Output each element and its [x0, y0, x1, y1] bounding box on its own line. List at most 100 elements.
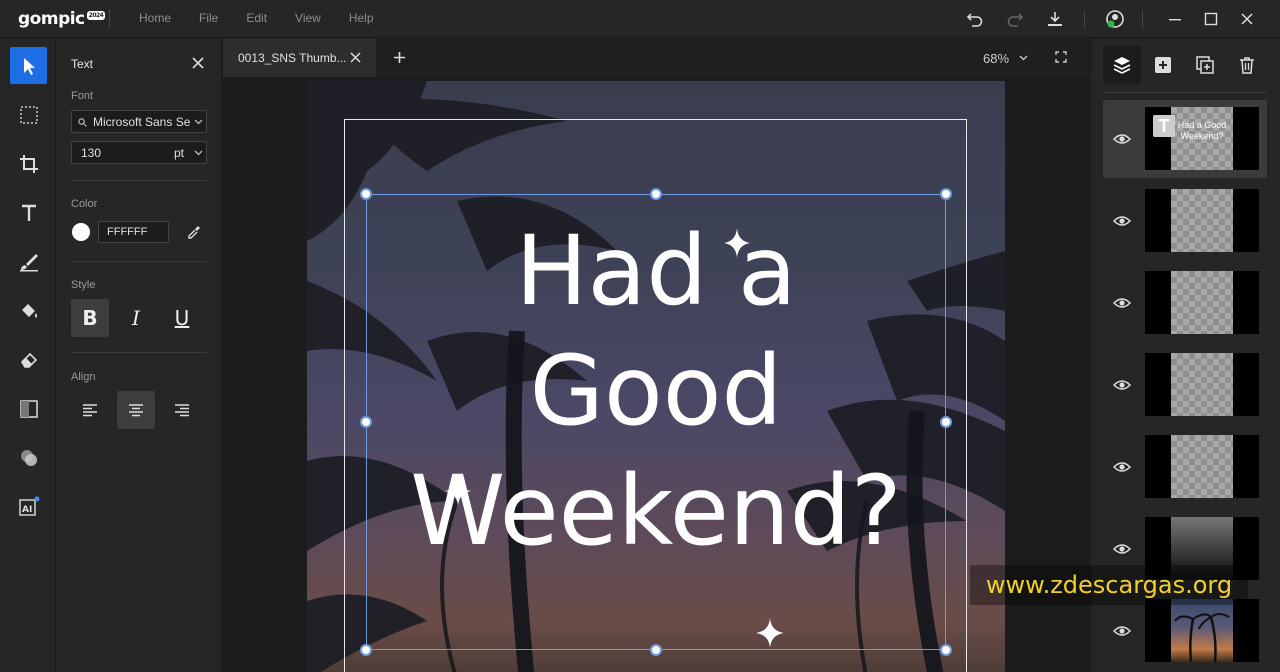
canvas-image[interactable]: Had a Good Weekend? [307, 81, 1005, 672]
maximize-icon[interactable] [1199, 7, 1223, 31]
transparency-checker [1171, 271, 1233, 334]
undo-icon[interactable] [963, 7, 987, 31]
eye-icon[interactable] [1113, 130, 1131, 148]
eye-icon[interactable] [1113, 458, 1131, 476]
crop-tool-icon[interactable] [10, 145, 47, 182]
svg-text:AI: AI [22, 505, 32, 515]
resize-handle-top[interactable] [650, 188, 662, 200]
logo-text: gom [18, 9, 59, 29]
tab-document[interactable]: 0013_SNS Thumb... [223, 39, 376, 77]
font-family-select[interactable]: Microsoft Sans Se [71, 110, 207, 133]
layer-thumbnail [1145, 353, 1259, 416]
blend-tool-icon[interactable] [10, 439, 47, 476]
resize-handle-bottom-left[interactable] [360, 644, 372, 656]
underline-button[interactable]: U [163, 299, 201, 337]
eye-icon[interactable] [1113, 212, 1131, 230]
resize-handle-right[interactable] [940, 416, 952, 428]
font-label: Font [71, 90, 94, 102]
color-swatch[interactable] [72, 223, 90, 241]
account-icon[interactable] [1103, 7, 1127, 31]
resize-handle-bottom-right[interactable] [940, 644, 952, 656]
align-center-button[interactable] [117, 391, 155, 429]
align-right-button[interactable] [163, 391, 201, 429]
title-bar: gompic 2024 Home File Edit View Help [0, 0, 1280, 38]
marquee-tool-icon[interactable] [10, 96, 47, 133]
resize-handle-top-right[interactable] [940, 188, 952, 200]
layer-item[interactable] [1103, 182, 1267, 260]
close-tab-icon[interactable] [350, 52, 361, 63]
brush-tool-icon[interactable] [10, 243, 47, 280]
layer-thumbnail [1145, 271, 1259, 334]
layer-item-text[interactable]: T Had a Good Weekend? [1103, 100, 1267, 178]
color-label: Color [71, 198, 98, 210]
add-tab-icon[interactable] [393, 51, 406, 64]
fit-screen-icon[interactable] [1055, 51, 1067, 63]
eye-icon[interactable] [1113, 540, 1131, 558]
selection-box[interactable] [366, 194, 946, 650]
font-size-value: 130 [81, 146, 102, 160]
menu-edit[interactable]: Edit [246, 11, 267, 25]
photo-thumb [1171, 599, 1233, 663]
watermark-text: www.zdescargas.org [970, 565, 1248, 605]
resize-handle-left[interactable] [360, 416, 372, 428]
resize-handle-top-left[interactable] [360, 188, 372, 200]
canvas-area[interactable]: Had a Good Weekend? [223, 77, 1089, 672]
chevron-down-icon [194, 119, 203, 125]
divider [1103, 92, 1267, 93]
tool-bar: AI [0, 39, 56, 672]
gradient-tool-icon[interactable] [10, 390, 47, 427]
menu-home[interactable]: Home [139, 11, 171, 25]
panel-title: Text [71, 57, 94, 71]
transparency-checker [1171, 435, 1233, 498]
menu-bar: Home File Edit View Help [139, 11, 402, 25]
divider [71, 261, 207, 262]
font-size-unit: pt [174, 146, 185, 160]
color-hex-value: FFFFFF [107, 226, 148, 238]
menu-file[interactable]: File [199, 11, 218, 25]
minimize-icon[interactable] [1163, 7, 1187, 31]
ai-tool-icon[interactable]: AI [10, 488, 47, 525]
divider [109, 10, 110, 28]
layers-icon[interactable] [1103, 46, 1141, 84]
eye-icon[interactable] [1113, 622, 1131, 640]
text-tool-icon[interactable] [10, 194, 47, 231]
color-hex-input[interactable]: FFFFFF [98, 221, 169, 243]
transparency-checker [1171, 189, 1233, 252]
layer-item[interactable] [1103, 428, 1267, 506]
layer-thumb-text: Had a Good Weekend? [1177, 120, 1227, 141]
layer-thumbnail [1145, 435, 1259, 498]
divider [71, 352, 207, 353]
eye-icon[interactable] [1113, 294, 1131, 312]
zoom-level[interactable]: 68% [983, 51, 1009, 66]
eye-icon[interactable] [1113, 376, 1131, 394]
redo-icon[interactable] [1003, 7, 1027, 31]
transparency-checker [1171, 353, 1233, 416]
document-tab-bar: 0013_SNS Thumb... 68% [223, 39, 1089, 77]
eraser-tool-icon[interactable] [10, 341, 47, 378]
close-icon[interactable] [190, 55, 206, 71]
divider [1142, 10, 1143, 28]
select-tool-icon[interactable] [10, 47, 47, 84]
layer-thumbnail [1145, 189, 1259, 252]
align-left-button[interactable] [71, 391, 109, 429]
bold-button[interactable]: B [71, 299, 109, 337]
menu-help[interactable]: Help [349, 11, 374, 25]
menu-view[interactable]: View [295, 11, 321, 25]
zoom-chevron-down-icon[interactable] [1019, 55, 1028, 61]
duplicate-layer-icon[interactable] [1195, 55, 1215, 80]
app-logo: gompic 2024 [18, 9, 106, 29]
delete-layer-icon[interactable] [1237, 55, 1257, 80]
eyedropper-icon[interactable] [186, 224, 202, 245]
divider [71, 180, 207, 181]
close-window-icon[interactable] [1235, 7, 1259, 31]
layer-item[interactable] [1103, 346, 1267, 424]
download-icon[interactable] [1043, 7, 1067, 31]
add-layer-icon[interactable] [1153, 55, 1173, 80]
fill-tool-icon[interactable] [10, 292, 47, 329]
italic-button[interactable]: I [117, 299, 155, 337]
search-icon [78, 118, 87, 127]
font-size-select[interactable]: 130 pt [71, 141, 207, 164]
resize-handle-bottom[interactable] [650, 644, 662, 656]
layer-item[interactable] [1103, 264, 1267, 342]
style-label: Style [71, 279, 96, 291]
